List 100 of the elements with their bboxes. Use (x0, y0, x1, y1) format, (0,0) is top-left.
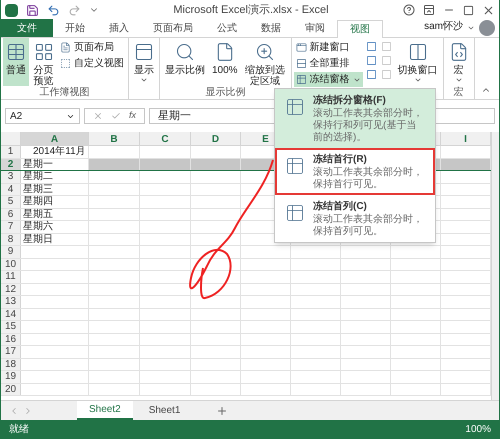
row-header[interactable]: 11 (1, 271, 21, 282)
help-icon[interactable] (403, 4, 415, 16)
magnifier-icon (175, 42, 195, 62)
row-header[interactable]: 16 (1, 334, 21, 345)
undo-icon[interactable] (47, 4, 60, 16)
menu-item-title: 冻结拆分窗格(F) (313, 94, 387, 108)
name-box[interactable]: A2 (5, 108, 80, 124)
status-text: 就绪 (9, 422, 29, 437)
row-header[interactable]: 2 (1, 158, 21, 170)
group-label: 宏 (452, 87, 465, 99)
ribbon-options-icon[interactable] (423, 4, 435, 16)
table-cell[interactable]: 星期三 (21, 184, 89, 195)
caret-icon[interactable] (467, 24, 475, 32)
ribbon-tab[interactable]: 插入 (97, 19, 141, 37)
column-header[interactable]: D (191, 132, 241, 145)
row-header[interactable]: 18 (1, 358, 21, 370)
menu-item-description: 滚动工作表其余部分时，保持首列可见。 (313, 214, 424, 238)
freeze-table-icon (285, 97, 305, 117)
row-header[interactable]: 14 (1, 308, 21, 320)
ribbon-button[interactable]: 切换窗口 (394, 38, 441, 86)
table-cell[interactable]: 2014年11月 (21, 146, 89, 158)
ribbon-button[interactable]: 冻结窗格 (294, 72, 363, 87)
zoom-level[interactable]: 100% (465, 422, 491, 437)
ribbon-button[interactable]: 显示比例 (162, 38, 208, 86)
sheet-tab[interactable]: Sheet2 (77, 401, 133, 420)
table-icon (296, 74, 307, 85)
row-header[interactable]: 19 (1, 371, 21, 382)
menu-item-title: 冻结首列(C) (313, 200, 368, 214)
row-header[interactable]: 3 (1, 171, 21, 182)
windows-icon (408, 42, 428, 62)
window-icon (296, 42, 307, 53)
row-header[interactable]: 4 (1, 184, 21, 195)
ribbon-tab[interactable]: 开始 (53, 19, 97, 37)
close-icon[interactable] (482, 4, 495, 16)
ribbon-button[interactable]: 显示 (131, 38, 157, 86)
table-cell[interactable]: 星期五 (21, 208, 89, 220)
function-label[interactable]: fx (129, 109, 136, 123)
menu-item-description: 滚动工作表其余部分时，保持首行可见。 (313, 167, 424, 191)
ribbon-button[interactable]: 分页预览 (30, 38, 57, 86)
sheet-tab[interactable]: Sheet1 (136, 401, 192, 420)
row-header[interactable]: 1 (1, 146, 21, 158)
ribbon-button[interactable]: 自定义视图 (58, 56, 126, 71)
rows-icon (296, 58, 307, 69)
row-header[interactable]: 10 (1, 258, 21, 270)
window-tool-icon[interactable] (366, 69, 377, 80)
add-sheet-icon[interactable] (216, 404, 228, 416)
row-header[interactable]: 9 (1, 246, 21, 258)
column-header[interactable]: C (140, 132, 191, 145)
row-header[interactable]: 20 (1, 384, 21, 395)
menu-item[interactable]: 冻结首行(R) 滚动工作表其余部分时，保持首行可见。 (275, 148, 435, 195)
ribbon-button[interactable]: 普通 (3, 38, 29, 86)
row-header[interactable]: 17 (1, 346, 21, 358)
ribbon-tab[interactable]: 视图 (337, 20, 383, 38)
row-header[interactable]: 5 (1, 196, 21, 208)
zoom-icon (255, 42, 276, 62)
row-header[interactable]: 13 (1, 296, 21, 308)
menu-item[interactable]: 冻结首列(C) 滚动工作表其余部分时，保持首列可见。 (275, 195, 435, 242)
table-cell[interactable]: 星期日 (21, 234, 89, 245)
group-label: 工作簿视图 (38, 87, 90, 99)
ribbon-tab[interactable]: 页面布局 (141, 19, 205, 37)
page-icon (60, 42, 71, 53)
group-label: 显示比例 (204, 87, 246, 99)
ribbon-button[interactable]: 100% (209, 38, 241, 86)
maximize-icon[interactable] (463, 4, 474, 16)
panel-icon (134, 42, 154, 62)
column-header[interactable]: A (21, 132, 89, 145)
ribbon-button[interactable]: 新建窗口 (294, 40, 363, 55)
window-tool-icon[interactable] (366, 55, 377, 66)
window-tool-icon[interactable] (366, 41, 377, 52)
ribbon-tab[interactable]: 审阅 (293, 19, 337, 37)
row-header[interactable]: 15 (1, 321, 21, 332)
row-header[interactable]: 12 (1, 284, 21, 295)
ribbon-button[interactable]: 缩放到选定区域 (242, 38, 289, 86)
freeze-table-icon (285, 156, 305, 176)
grid-icon (6, 42, 26, 62)
ribbon-button[interactable]: 页面布局 (58, 40, 126, 55)
column-header[interactable]: B (89, 132, 140, 145)
menu-item[interactable]: 冻结拆分窗格(F) 滚动工作表其余部分时，保持行和列可见(基于当前的选择)。 (275, 89, 435, 148)
row-header[interactable]: 6 (1, 208, 21, 220)
avatar (479, 20, 495, 36)
window-title: Microsoft Excel演示.xlsx - Excel (172, 2, 330, 18)
user-name[interactable]: sam怀沙 (424, 19, 463, 34)
table-cell[interactable]: 星期一 (21, 158, 89, 170)
table-cell[interactable]: 星期二 (21, 171, 89, 182)
table-cell[interactable]: 星期四 (21, 196, 89, 208)
ribbon-tab[interactable]: 文件 (1, 19, 53, 37)
ribbon-button[interactable]: 宏 (446, 38, 472, 86)
ribbon-button[interactable]: 全部重排 (294, 56, 363, 71)
row-header[interactable]: 8 (1, 234, 21, 245)
menu-item-title: 冻结首行(R) (313, 152, 368, 166)
freeze-table-icon (285, 203, 305, 223)
page-grid-icon (34, 42, 54, 62)
ribbon-tab[interactable]: 数据 (249, 19, 293, 37)
spreadsheet-app-icon (5, 4, 18, 16)
ribbon-tab[interactable]: 公式 (205, 19, 249, 37)
row-header[interactable]: 7 (1, 221, 21, 232)
table-cell[interactable]: 星期六 (21, 221, 89, 232)
vertical-scrollbar[interactable] (491, 132, 499, 400)
dashed-square-icon (60, 58, 71, 69)
save-icon[interactable] (26, 4, 39, 16)
